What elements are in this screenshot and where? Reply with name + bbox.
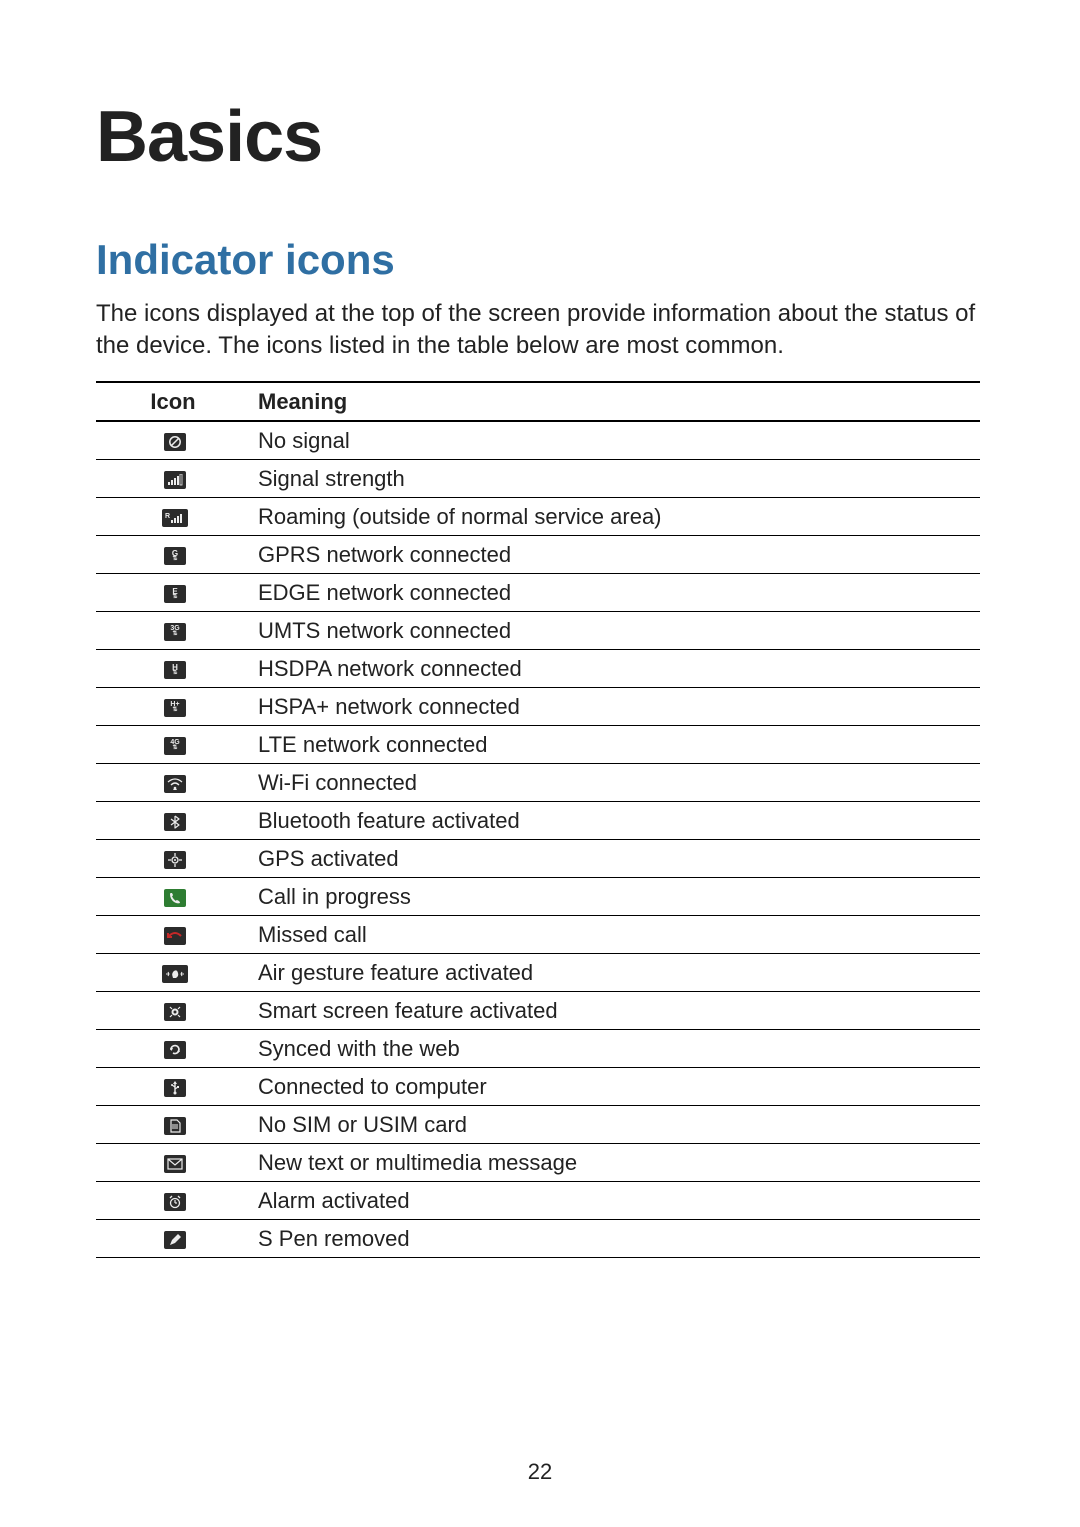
table-row: Missed call — [96, 915, 980, 953]
section-title: Indicator icons — [96, 236, 984, 284]
meaning-cell: S Pen removed — [254, 1219, 980, 1257]
meaning-cell: Wi-Fi connected — [254, 763, 980, 801]
meaning-cell: Air gesture feature activated — [254, 953, 980, 991]
table-row: Wi-Fi connected — [96, 763, 980, 801]
section-intro: The icons displayed at the top of the sc… — [96, 298, 984, 363]
lte-icon: 4G⇅ — [164, 737, 186, 755]
page-number: 22 — [0, 1459, 1080, 1485]
table-row: Air gesture feature activated — [96, 953, 980, 991]
s-pen-icon — [164, 1231, 186, 1249]
chapter-title: Basics — [96, 96, 984, 178]
meaning-cell: GPRS network connected — [254, 535, 980, 573]
meaning-cell: HSPA+ network connected — [254, 687, 980, 725]
table-row: Connected to computer — [96, 1067, 980, 1105]
roaming-icon: R — [162, 509, 188, 527]
table-row: No SIM or USIM card — [96, 1105, 980, 1143]
indicator-icons-table: Icon Meaning No signal Signal strength R — [96, 381, 980, 1258]
meaning-cell: Missed call — [254, 915, 980, 953]
hspa-plus-icon: H+⇅ — [164, 699, 186, 717]
smart-screen-icon — [164, 1003, 186, 1021]
meaning-cell: Alarm activated — [254, 1181, 980, 1219]
table-row: GPS activated — [96, 839, 980, 877]
call-icon — [164, 889, 186, 907]
meaning-cell: Roaming (outside of normal service area) — [254, 497, 980, 535]
signal-strength-icon — [164, 471, 186, 489]
table-row: R Roaming (outside of normal service are… — [96, 497, 980, 535]
sync-icon — [164, 1041, 186, 1059]
table-row: H+⇅ HSPA+ network connected — [96, 687, 980, 725]
table-row: S Pen removed — [96, 1219, 980, 1257]
meaning-cell: Signal strength — [254, 459, 980, 497]
meaning-cell: No signal — [254, 421, 980, 460]
air-gesture-icon — [162, 965, 188, 983]
meaning-cell: GPS activated — [254, 839, 980, 877]
umts-icon: 3G⇅ — [164, 623, 186, 641]
meaning-cell: No SIM or USIM card — [254, 1105, 980, 1143]
svg-text:R: R — [165, 513, 170, 520]
table-row: Synced with the web — [96, 1029, 980, 1067]
meaning-cell: Bluetooth feature activated — [254, 801, 980, 839]
missed-call-icon — [164, 927, 186, 945]
meaning-cell: Smart screen feature activated — [254, 991, 980, 1029]
table-row: H⇅ HSDPA network connected — [96, 649, 980, 687]
table-header-icon: Icon — [96, 382, 254, 421]
table-row: No signal — [96, 421, 980, 460]
gps-icon — [164, 851, 186, 869]
table-row: Call in progress — [96, 877, 980, 915]
manual-page: Basics Indicator icons The icons display… — [0, 0, 1080, 1527]
edge-icon: E⇅ — [164, 585, 186, 603]
meaning-cell: LTE network connected — [254, 725, 980, 763]
meaning-cell: UMTS network connected — [254, 611, 980, 649]
meaning-cell: Connected to computer — [254, 1067, 980, 1105]
wifi-icon — [164, 775, 186, 793]
table-header-meaning: Meaning — [254, 382, 980, 421]
table-row: Bluetooth feature activated — [96, 801, 980, 839]
meaning-cell: Synced with the web — [254, 1029, 980, 1067]
meaning-cell: HSDPA network connected — [254, 649, 980, 687]
hsdpa-icon: H⇅ — [164, 661, 186, 679]
table-row: G⇅ GPRS network connected — [96, 535, 980, 573]
table-row: Smart screen feature activated — [96, 991, 980, 1029]
table-row: New text or multimedia message — [96, 1143, 980, 1181]
table-row: Signal strength — [96, 459, 980, 497]
message-icon — [164, 1155, 186, 1173]
table-row: 4G⇅ LTE network connected — [96, 725, 980, 763]
table-row: Alarm activated — [96, 1181, 980, 1219]
no-signal-icon — [164, 433, 186, 451]
usb-icon — [164, 1079, 186, 1097]
gprs-icon: G⇅ — [164, 547, 186, 565]
bluetooth-icon — [164, 813, 186, 831]
meaning-cell: New text or multimedia message — [254, 1143, 980, 1181]
alarm-icon — [164, 1193, 186, 1211]
meaning-cell: EDGE network connected — [254, 573, 980, 611]
meaning-cell: Call in progress — [254, 877, 980, 915]
table-row: E⇅ EDGE network connected — [96, 573, 980, 611]
table-row: 3G⇅ UMTS network connected — [96, 611, 980, 649]
no-sim-icon — [164, 1117, 186, 1135]
